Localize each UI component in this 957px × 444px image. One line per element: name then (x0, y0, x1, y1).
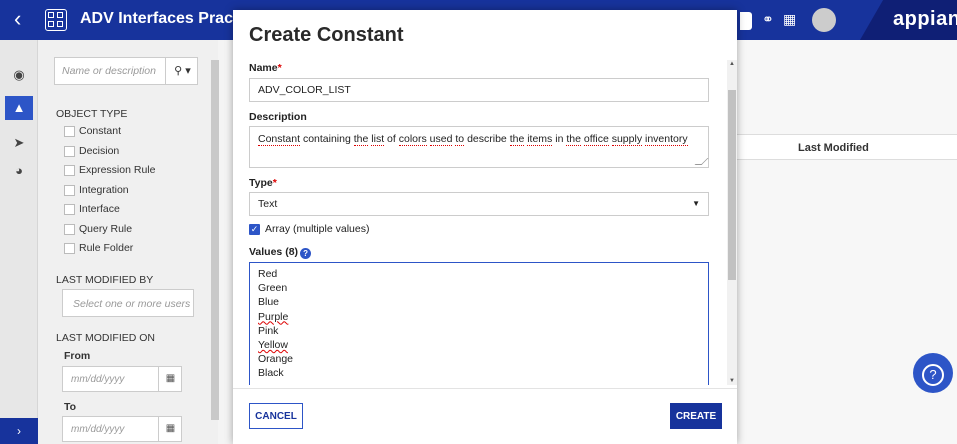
value-line: Black (258, 367, 284, 380)
value-line: Green (258, 282, 288, 295)
resize-grip-icon[interactable] (694, 158, 709, 165)
checkbox[interactable] (64, 184, 75, 196)
dialog-body: Name* ADV_COLOR_LIST Description Constan… (233, 60, 727, 385)
filter-option-integration[interactable]: Integration (64, 184, 129, 196)
dashboard-icon[interactable]: ◕ (10, 162, 28, 180)
to-date-input[interactable]: mm/dd/yyyy ▦ (62, 416, 182, 442)
help-question-icon[interactable]: ? (300, 248, 312, 259)
type-selected-value: Text (258, 198, 278, 210)
dialog-scrollbar[interactable]: ▲ ▼ (727, 60, 737, 385)
value-line: Orange (258, 353, 294, 366)
scrollbar-thumb[interactable] (728, 90, 736, 280)
checkbox[interactable] (64, 223, 75, 235)
search-button[interactable]: ⚲ ▾ (165, 58, 199, 84)
values-label: Values (8)? (249, 246, 312, 259)
checkbox[interactable] (64, 164, 75, 176)
description-word: inventory (645, 133, 688, 146)
description-word: in (555, 133, 564, 145)
from-date-input[interactable]: mm/dd/yyyy ▦ (62, 366, 182, 392)
description-word: items (527, 133, 553, 146)
date-placeholder: mm/dd/yyyy (71, 374, 125, 385)
filter-option-rule-folder[interactable]: Rule Folder (64, 242, 133, 254)
checkbox[interactable] (64, 203, 75, 215)
filter-option-expression-rule[interactable]: Expression Rule (64, 164, 155, 176)
create-button[interactable]: CREATE (670, 403, 722, 429)
user-picker-input[interactable]: Select one or more users (62, 289, 194, 317)
compass-icon[interactable]: ◉ (10, 66, 28, 84)
scroll-up-icon[interactable]: ▲ (728, 61, 736, 67)
brand-logo: appian (893, 8, 957, 30)
application-icon (45, 9, 67, 31)
cancel-button[interactable]: CANCEL (249, 403, 303, 429)
filter-panel-scrollbar[interactable] (211, 60, 219, 420)
create-constant-dialog: Create Constant Name* ADV_COLOR_LIST Des… (233, 10, 737, 444)
filter-option-constant[interactable]: Constant (64, 125, 121, 137)
description-text: Constant containing the list of colors u… (258, 133, 688, 146)
description-word: office (583, 133, 609, 146)
dialog-title: Create Constant (249, 24, 404, 46)
rocket-icon[interactable]: ➤ (10, 134, 28, 152)
filter-option-query-rule[interactable]: Query Rule (64, 223, 132, 235)
calendar-icon[interactable]: ▦ (158, 367, 182, 391)
value-line: Pink (258, 324, 279, 337)
left-nav-rail: ◉ ▲ ➤ ◕ › (0, 40, 38, 444)
description-word: containing (302, 133, 351, 145)
value-line: Red (258, 268, 278, 280)
value-line: Purple (258, 310, 289, 323)
checkbox[interactable] (64, 242, 75, 254)
back-arrow-icon[interactable]: ‹ (14, 7, 21, 31)
search-placeholder: Name or description (62, 65, 156, 77)
description-word: used (429, 133, 453, 146)
help-button[interactable]: ? (913, 353, 953, 393)
last-modified-column-header[interactable]: Last Modified (798, 142, 869, 154)
objects-icon[interactable]: ▲ (5, 96, 33, 120)
description-word: to (455, 133, 465, 146)
description-word: list (371, 133, 385, 146)
array-checkbox[interactable]: ✓ Array (multiple values) (249, 223, 369, 235)
to-label: To (64, 401, 77, 413)
description-word: the (566, 133, 581, 146)
header-dropdown-stub[interactable] (740, 12, 752, 30)
name-label: Name* (249, 62, 282, 74)
last-modified-by-heading: LAST MODIFIED BY (56, 274, 154, 286)
date-placeholder: mm/dd/yyyy (71, 424, 125, 435)
value-line: Yellow (258, 339, 288, 352)
tag-icon[interactable]: ⚭ (762, 11, 774, 28)
app-grid-icon[interactable]: ▦ (783, 11, 796, 28)
type-label: Type* (249, 177, 277, 189)
description-word: of (387, 133, 396, 145)
calendar-icon[interactable]: ▦ (158, 417, 182, 441)
question-icon: ? (922, 364, 944, 386)
array-checkbox-label: Array (multiple values) (265, 223, 370, 235)
values-field[interactable]: Red Green Blue Purple Pink Yellow Orange… (249, 262, 709, 385)
expand-rail-icon[interactable]: › (0, 418, 38, 444)
description-word: the (353, 133, 369, 146)
description-word: describe (467, 133, 507, 145)
description-field[interactable]: Constant containing the list of colors u… (249, 126, 709, 168)
last-modified-on-heading: LAST MODIFIED ON (56, 332, 155, 344)
name-field[interactable]: ADV_COLOR_LIST (249, 78, 709, 102)
filter-panel: Name or description ⚲ ▾ OBJECT TYPE Cons… (38, 40, 218, 444)
object-type-heading: OBJECT TYPE (56, 108, 128, 120)
value-line: Blue (258, 296, 280, 309)
checkbox[interactable] (64, 145, 75, 157)
description-word: supply (611, 133, 643, 146)
checkmark-icon[interactable]: ✓ (249, 223, 260, 235)
search-input[interactable]: Name or description ⚲ ▾ (54, 57, 198, 85)
description-word: Constant (258, 133, 301, 146)
from-label: From (64, 350, 91, 362)
description-word: the (509, 133, 525, 146)
filter-option-decision[interactable]: Decision (64, 145, 119, 157)
chevron-down-icon: ▼ (692, 199, 700, 208)
description-word: colors (398, 133, 427, 146)
user-avatar[interactable] (812, 8, 836, 32)
type-select[interactable]: Text ▼ (249, 192, 709, 216)
filter-option-interface[interactable]: Interface (64, 203, 120, 215)
dialog-footer: CANCEL CREATE (233, 388, 737, 444)
grid-header-row: Last Modified (730, 134, 957, 160)
description-label: Description (249, 111, 307, 123)
checkbox[interactable] (64, 125, 75, 137)
scroll-down-icon[interactable]: ▼ (728, 378, 736, 384)
